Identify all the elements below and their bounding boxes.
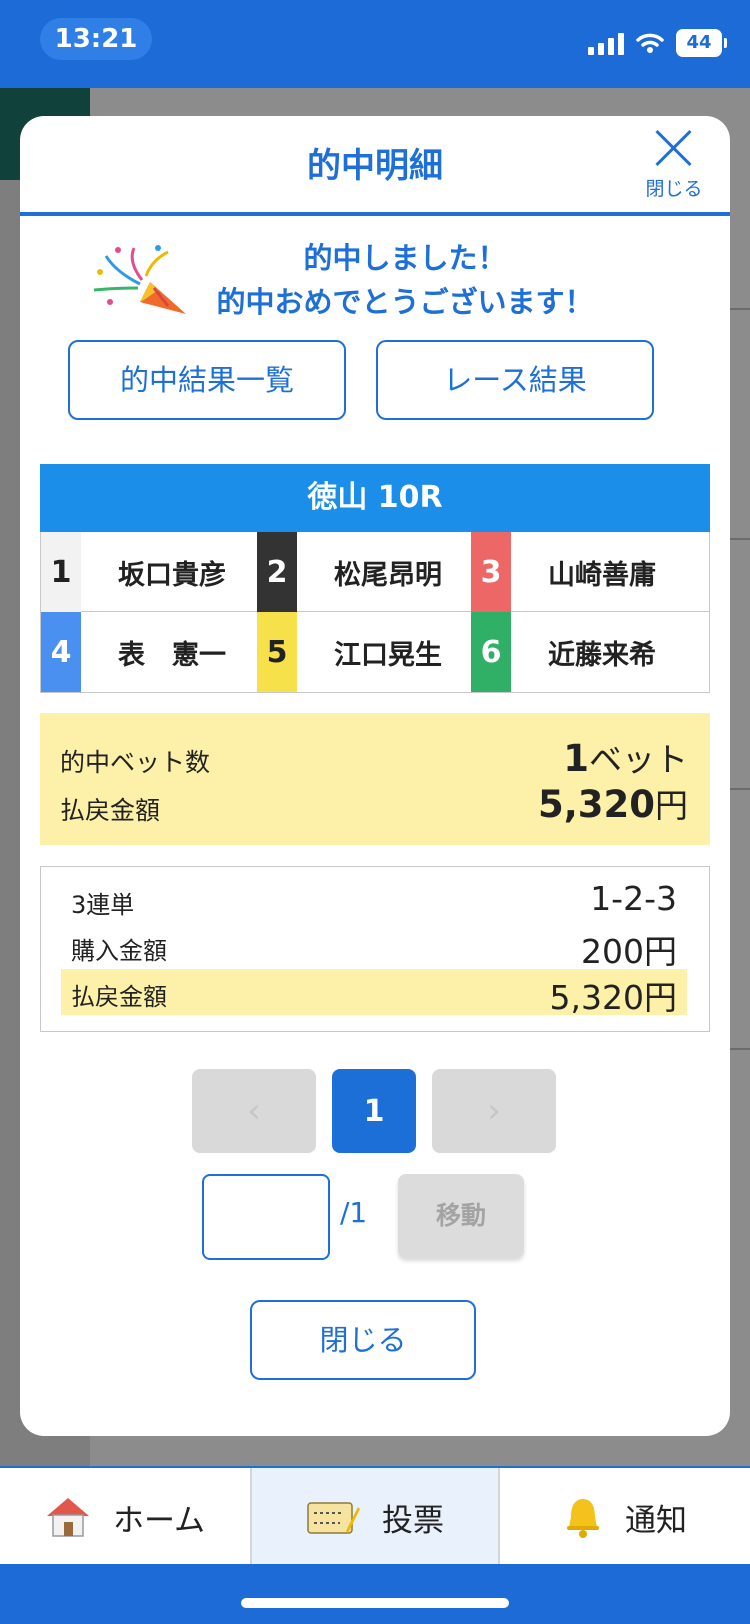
- congrats-line-1: 的中しました！: [303, 241, 507, 275]
- home-icon: [46, 1498, 89, 1537]
- hit-bets-count: 1ベット: [563, 733, 688, 781]
- hit-bets-label: 的中ベット数: [60, 748, 211, 777]
- racer-name: 表 憲一: [118, 639, 226, 671]
- race-results-button[interactable]: レース結果: [376, 340, 654, 420]
- bet-combination: 1-2-3: [590, 879, 677, 918]
- home-indicator[interactable]: [241, 1598, 509, 1608]
- hit-details-modal: 的中明細 閉じる 的中しました！ 的中おめでとうございます！ 的中結果一覧 レー…: [20, 116, 730, 1436]
- racer-table: 1 坂口貴彦 2 松尾昂明 3 山崎善庸 4 表 憲一 5 江口晃生 6 近藤来…: [40, 532, 710, 693]
- modal-close-label: 閉じる: [645, 178, 703, 200]
- racer-name: 山崎善庸: [548, 559, 656, 591]
- payout-amount-label: 払戻金額: [71, 983, 167, 1011]
- lane-number: 3: [471, 532, 511, 612]
- bet-type-row: 3連単 1-2-3: [61, 877, 687, 923]
- congrats-section: 的中しました！ 的中おめでとうございます！: [20, 216, 730, 340]
- lane-number: 2: [257, 532, 297, 612]
- tab-vote[interactable]: 投票: [252, 1468, 498, 1566]
- payout-total-value: 5,320: [537, 783, 655, 826]
- party-popper-icon: [93, 245, 186, 314]
- current-page-button[interactable]: 1: [332, 1069, 416, 1153]
- lane-number: 5: [257, 612, 297, 692]
- racer-lane-3: 3 山崎善庸: [471, 532, 693, 612]
- purchase-amount-row: 購入金額 200円: [61, 923, 687, 971]
- total-pages: /1: [340, 1196, 368, 1229]
- page-jump-input[interactable]: [202, 1174, 330, 1260]
- purchase-amount-label: 購入金額: [71, 937, 167, 965]
- tab-notify[interactable]: 通知: [500, 1468, 750, 1566]
- payout-amount-value: 5,320円: [549, 978, 677, 1017]
- status-time: 13:21: [40, 18, 152, 60]
- ticket-pencil-icon: [307, 1502, 360, 1534]
- prev-page-button[interactable]: ‹: [192, 1069, 316, 1153]
- lane-number: 6: [471, 612, 511, 692]
- racer-name: 江口晃生: [334, 639, 442, 671]
- status-icons: 44: [588, 26, 727, 60]
- racer-name: 近藤来希: [548, 639, 656, 671]
- bell-icon: [567, 1499, 599, 1538]
- racer-lane-5: 5 江口晃生: [257, 612, 479, 692]
- hit-bets-value: 1: [563, 737, 589, 780]
- payout-total: 5,320円: [538, 779, 688, 827]
- modal-header: 的中明細 閉じる: [20, 116, 730, 216]
- close-icon: [654, 128, 694, 168]
- tab-home[interactable]: ホーム: [0, 1468, 250, 1566]
- racer-name: 松尾昂明: [334, 559, 442, 591]
- congrats-message: 的中しました！ 的中おめでとうございます！: [180, 236, 630, 324]
- tab-bar: ホーム 投票 通知: [0, 1466, 750, 1566]
- lane-number: 1: [41, 532, 81, 612]
- modal-title: 的中明細: [307, 146, 443, 186]
- payout-amount-row: 払戻金額 5,320円: [61, 969, 687, 1017]
- bet-detail: 3連単 1-2-3 購入金額 200円 払戻金額 5,320円: [40, 866, 710, 1032]
- racer-lane-6: 6 近藤来希: [471, 612, 693, 692]
- bet-type-label: 3連単: [71, 891, 135, 919]
- congrats-line-2: 的中おめでとうございます！: [216, 285, 594, 319]
- tab-home-label: ホーム: [112, 1502, 206, 1539]
- racer-lane-2: 2 松尾昂明: [257, 532, 479, 612]
- tab-vote-label: 投票: [382, 1502, 444, 1539]
- racer-lane-4: 4 表 憲一: [41, 612, 263, 692]
- modal-close-button[interactable]: 閉じる: [636, 128, 712, 201]
- result-buttons-row: 的中結果一覧 レース結果: [20, 340, 730, 426]
- next-page-button[interactable]: ›: [432, 1069, 556, 1153]
- race-title: 徳山 10R: [40, 464, 710, 532]
- hit-bets-unit: ベット: [589, 740, 688, 779]
- close-button[interactable]: 閉じる: [250, 1300, 476, 1380]
- payout-total-label: 払戻金額: [60, 796, 161, 825]
- racer-lane-1: 1 坂口貴彦: [41, 532, 263, 612]
- tab-notify-label: 通知: [625, 1502, 687, 1539]
- battery-icon: 44: [676, 29, 727, 57]
- purchase-amount-value: 200円: [581, 932, 677, 971]
- racer-name: 坂口貴彦: [118, 559, 226, 591]
- status-bar: 13:21 44: [0, 0, 750, 88]
- move-button[interactable]: 移動: [398, 1174, 524, 1258]
- wifi-icon: [636, 33, 664, 53]
- lane-number: 4: [41, 612, 81, 692]
- payout-total-unit: 円: [655, 786, 688, 825]
- cellular-signal-icon: [588, 31, 624, 55]
- hit-summary: 的中ベット数 1ベット 払戻金額 5,320円: [40, 713, 710, 845]
- hit-results-list-button[interactable]: 的中結果一覧: [68, 340, 346, 420]
- home-indicator-area: [0, 1564, 750, 1624]
